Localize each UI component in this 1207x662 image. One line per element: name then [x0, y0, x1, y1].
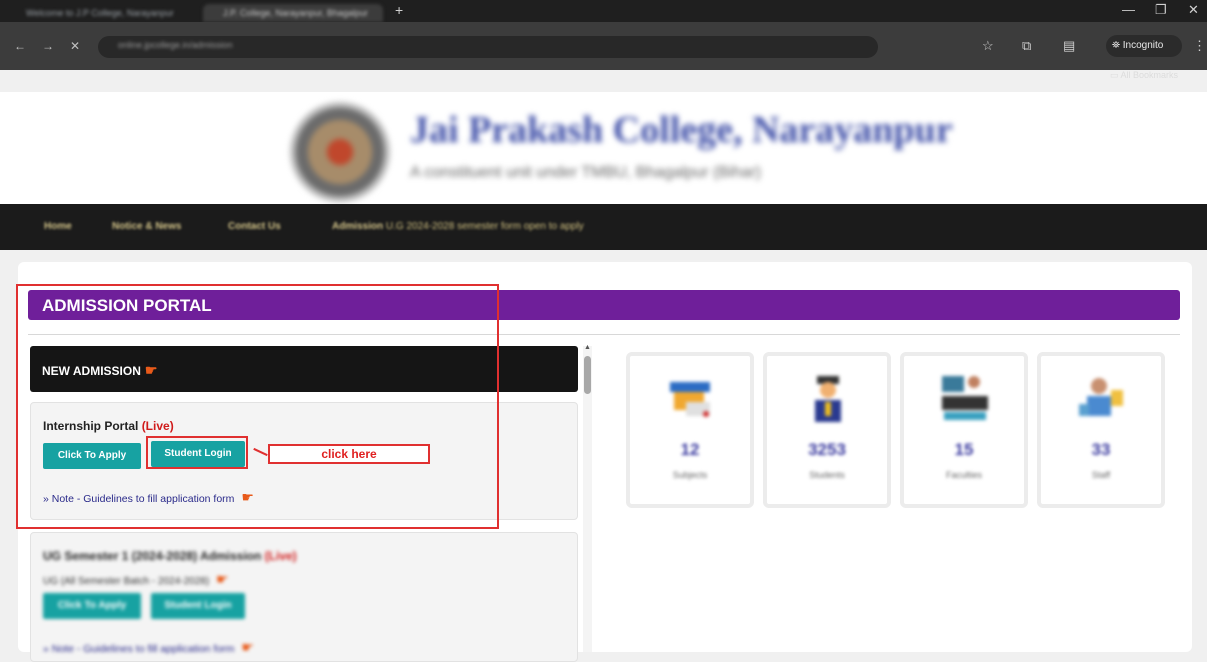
- incognito-label: Incognito: [1122, 40, 1164, 51]
- folder-icon: ▭: [1110, 70, 1119, 80]
- site-navbar: Home Notice & News Contact Us Admission …: [0, 204, 1207, 250]
- scroll-up-icon[interactable]: ▲: [584, 344, 591, 351]
- maximize-icon[interactable]: ❐: [1155, 2, 1167, 18]
- card-title: UG Semester 1 (2024-2028) Admission (Liv…: [43, 549, 297, 563]
- college-logo[interactable]: Jai Prakash College, Narayanpur A consti…: [290, 102, 953, 202]
- browser-tab[interactable]: Welcome to J.P College, Narayanpur: [6, 4, 196, 22]
- faculties-icon: [940, 374, 990, 424]
- minimize-icon[interactable]: —: [1122, 2, 1135, 17]
- staff-icon: [1077, 374, 1127, 424]
- browser-tab-bar: Welcome to J.P College, Narayanpur J.P. …: [0, 0, 1207, 22]
- tab-title: J.P. College, Narayanpur, Bhagalpur: [223, 8, 368, 18]
- nav-notice[interactable]: Notice & News: [112, 221, 181, 232]
- stat-card-faculties: 15 Faculties: [900, 352, 1028, 508]
- url-text: online.jpcollege.in/admission: [118, 40, 233, 50]
- stat-label: Faculties: [945, 470, 982, 480]
- all-bookmarks-button[interactable]: ▭ All Bookmarks: [1110, 70, 1178, 81]
- reading-list-icon[interactable]: ▤: [1063, 38, 1075, 54]
- news-ticker[interactable]: Admission U.G 2024-2028 semester form op…: [332, 221, 584, 232]
- stat-card-students: 3253 Students: [763, 352, 891, 508]
- stat-label: Students: [809, 470, 845, 480]
- college-subtitle: A constituent unit under TMBU, Bhagalpur…: [410, 164, 761, 181]
- address-bar[interactable]: online.jpcollege.in/admission: [98, 36, 878, 58]
- stats-panel: 12 Subjects 3253 Students 15 Faculties 3…: [626, 352, 1186, 512]
- guidelines-link[interactable]: » Note - Guidelines to fill application …: [43, 639, 254, 656]
- stat-label: Staff: [1091, 470, 1111, 480]
- live-badge: (Live): [264, 549, 297, 563]
- stat-label: Subjects: [672, 470, 708, 480]
- new-tab-icon[interactable]: +: [395, 2, 403, 18]
- scroll-thumb[interactable]: [584, 356, 591, 394]
- forward-icon[interactable]: →: [42, 39, 54, 53]
- close-window-icon[interactable]: ✕: [1188, 2, 1199, 18]
- tab-title: Welcome to J.P College, Narayanpur: [26, 8, 174, 18]
- college-emblem-icon: [290, 102, 390, 202]
- ticker-text: U.G 2024-2028 semester form open to appl…: [385, 221, 584, 232]
- stop-icon[interactable]: ✕: [70, 39, 80, 53]
- highlight-box: [16, 284, 499, 529]
- stat-number: 15: [954, 440, 974, 459]
- student-login-button[interactable]: Student Login: [151, 593, 245, 619]
- stat-number: 33: [1091, 440, 1111, 459]
- bookmark-star-icon[interactable]: ☆: [982, 38, 994, 54]
- menu-icon[interactable]: ⋮: [1193, 38, 1206, 54]
- ug-admission-card: UG Semester 1 (2024-2028) Admission (Liv…: [30, 532, 578, 662]
- incognito-badge[interactable]: ⛯ Incognito: [1106, 35, 1182, 57]
- nav-home[interactable]: Home: [44, 221, 72, 232]
- pointing-hand-icon: ☛: [215, 571, 229, 587]
- college-name: Jai Prakash College, Narayanpur: [410, 109, 953, 151]
- ticker-label: Admission: [332, 221, 384, 232]
- stat-card-staff: 33 Staff: [1037, 352, 1165, 508]
- extensions-icon[interactable]: ⧉: [1022, 38, 1031, 54]
- click-here-callout: click here: [268, 444, 430, 464]
- scrollbar[interactable]: ▲: [583, 344, 592, 652]
- pointing-hand-icon: ☛: [241, 639, 254, 655]
- stat-number: 12: [680, 440, 700, 459]
- stat-card-subjects: 12 Subjects: [626, 352, 754, 508]
- click-to-apply-button[interactable]: Click To Apply: [43, 593, 141, 619]
- site-header: Jai Prakash College, Narayanpur A consti…: [0, 92, 1207, 204]
- back-icon[interactable]: ←: [14, 39, 26, 53]
- students-icon: [803, 374, 853, 424]
- browser-tab-active[interactable]: J.P. College, Narayanpur, Bhagalpur: [203, 4, 383, 22]
- incognito-icon: ⛯: [1112, 40, 1120, 51]
- subjects-icon: [666, 374, 716, 424]
- login-highlight-box: [146, 436, 248, 469]
- browser-toolbar: ← → ✕ online.jpcollege.in/admission ☆ ⧉ …: [0, 22, 1207, 80]
- nav-contact[interactable]: Contact Us: [228, 221, 281, 232]
- stat-number: 3253: [808, 440, 846, 459]
- card-subtitle: UG (All Semester Batch - 2024-2028) ☛: [43, 571, 229, 587]
